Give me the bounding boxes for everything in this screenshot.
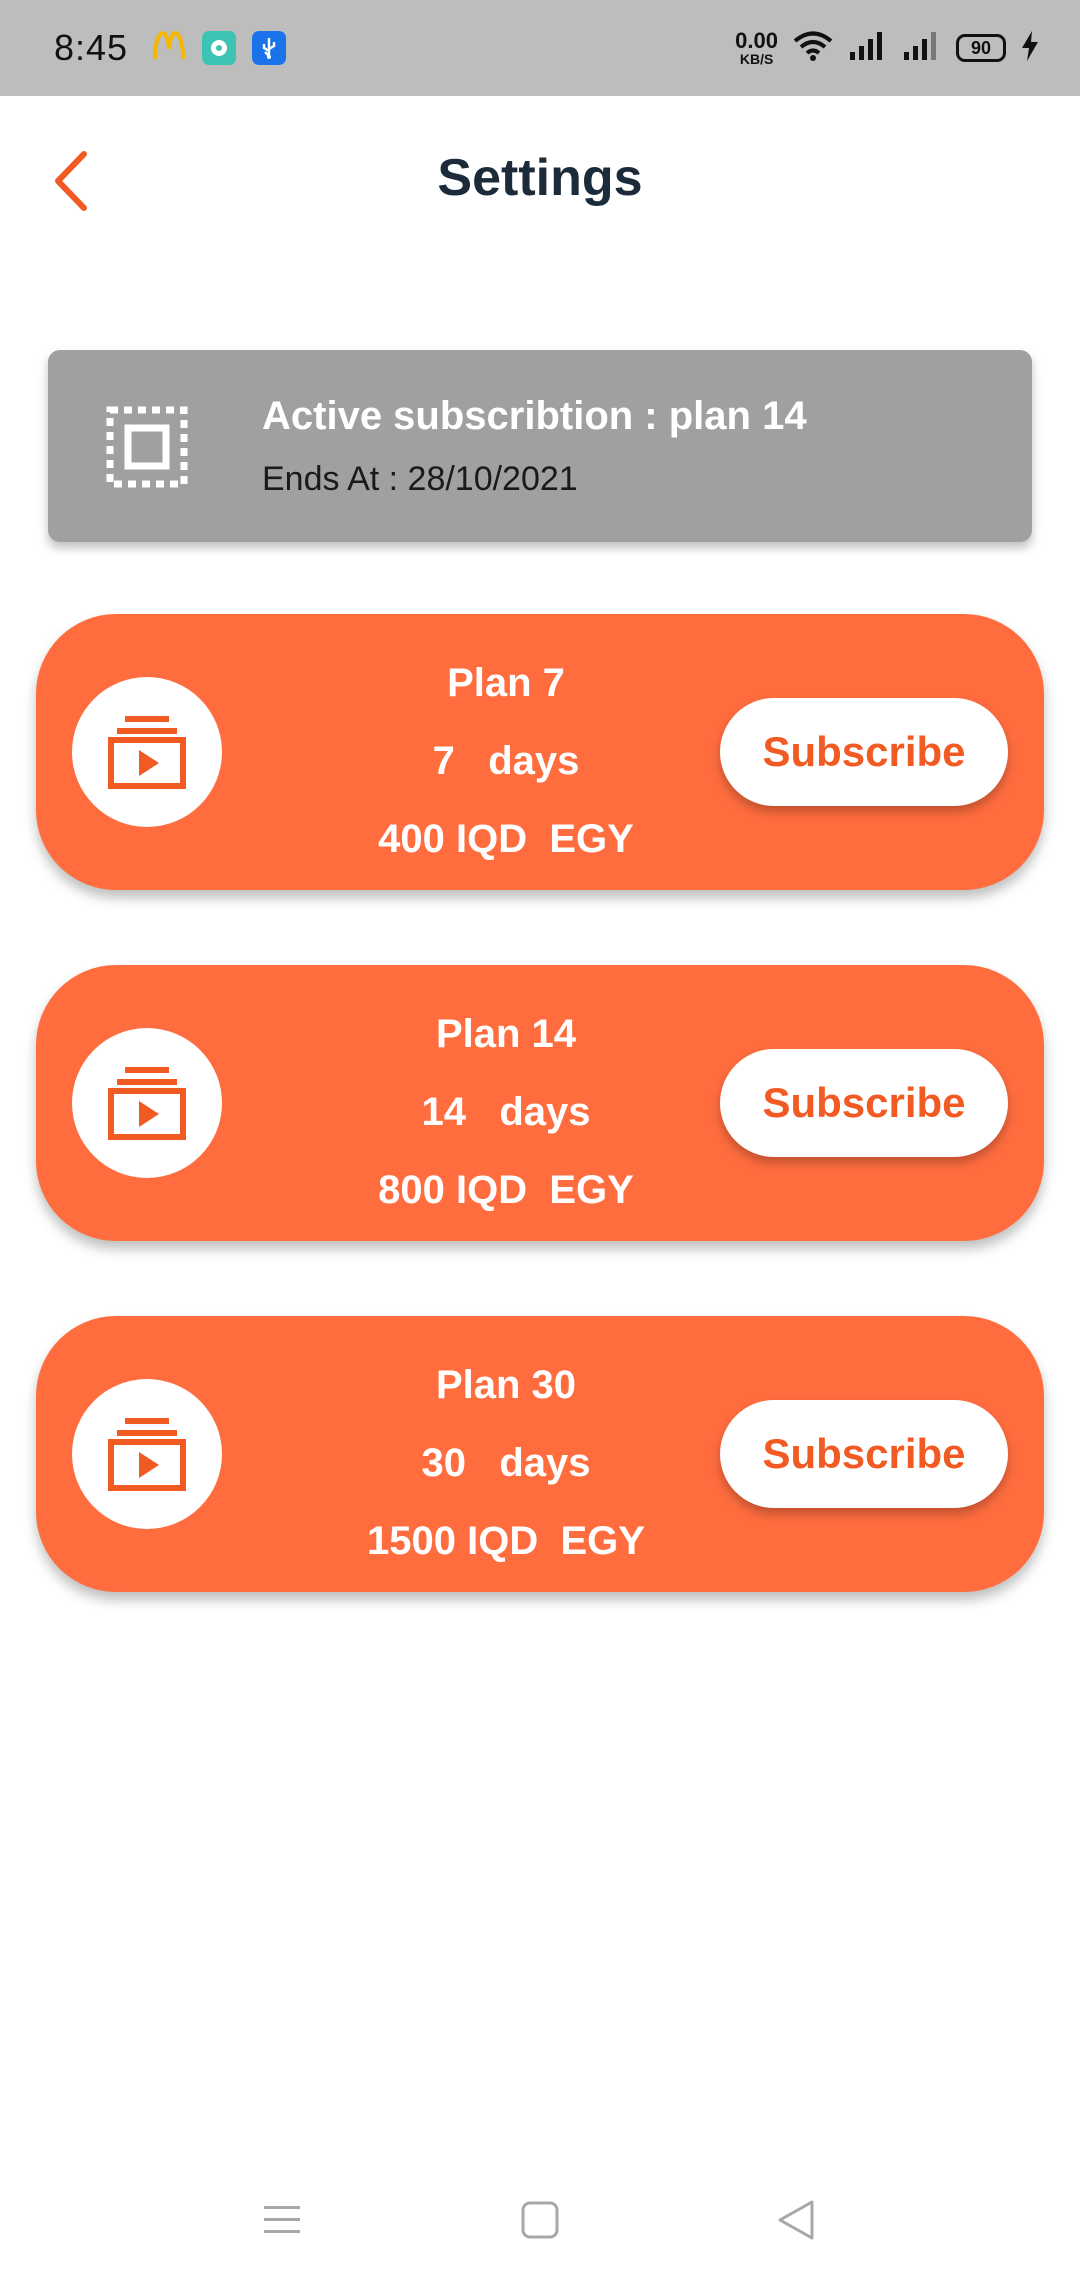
signal-icon (902, 30, 942, 67)
notification-icons (152, 30, 287, 66)
system-status: 0.00 KB/S 90 (735, 30, 1040, 67)
plan-info: Plan 14 14 days 800 IQD EGY (286, 995, 726, 1229)
plan-card: Plan 30 30 days 1500 IQD EGY Subscribe (36, 1316, 1044, 1592)
battery-indicator: 90 (956, 34, 1006, 62)
plan-price: 800 IQD EGY (378, 1168, 634, 1212)
home-icon (521, 2201, 559, 2239)
network-speed: 0.00 KB/S (735, 28, 778, 67)
system-navigation-bar (0, 2160, 1080, 2280)
plan-name: Plan 14 (435, 1012, 577, 1056)
charging-icon (1020, 30, 1040, 67)
app-header: Settings (0, 96, 1080, 266)
plan-icon-container (72, 677, 222, 827)
subscribe-button[interactable]: Subscribe (720, 698, 1008, 806)
video-subscription-icon (108, 1067, 186, 1140)
status-bar: 8:45 0.00 KB/S 90 (0, 0, 1080, 96)
network-speed-value: 0.00 (735, 28, 778, 53)
plan-card: Plan 14 14 days 800 IQD EGY Subscribe (36, 965, 1044, 1241)
usb-icon (252, 31, 287, 65)
plan-icon-container (72, 1379, 222, 1529)
plan-duration: 14 days (421, 1090, 591, 1134)
plan-info: Plan 30 30 days 1500 IQD EGY (286, 1346, 726, 1580)
wifi-icon (792, 30, 834, 67)
plan-icon-container (72, 1028, 222, 1178)
plan-duration: 30 days (421, 1441, 591, 1485)
video-subscription-icon (108, 1418, 186, 1491)
network-speed-unit: KB/S (739, 51, 774, 67)
plan-name: Plan 7 (447, 661, 565, 705)
nav-menu-button[interactable] (250, 2188, 314, 2252)
plan-name: Plan 30 (435, 1363, 577, 1407)
status-time: 8:45 (54, 27, 129, 68)
subscription-frame-icon (106, 406, 188, 488)
plan-duration: 7 days (432, 739, 580, 783)
plan-price: 1500 IQD EGY (367, 1519, 645, 1563)
active-subscription-title: Active subscribtion : plan 14 (262, 394, 807, 438)
video-subscription-icon (108, 716, 186, 789)
back-icon (778, 2200, 814, 2240)
nav-home-button[interactable] (508, 2188, 572, 2252)
page-title: Settings (437, 149, 643, 207)
signal-icon (848, 30, 888, 67)
plan-price: 400 IQD EGY (378, 817, 634, 861)
active-subscription-end-date: Ends At : 28/10/2021 (262, 460, 578, 498)
subscribe-button[interactable]: Subscribe (720, 1049, 1008, 1157)
plan-card: Plan 7 7 days 400 IQD EGY Subscribe (36, 614, 1044, 890)
plan-info: Plan 7 7 days 400 IQD EGY (286, 644, 726, 878)
mcdonalds-icon (152, 30, 186, 66)
menu-icon (264, 2206, 300, 2233)
subscribe-button[interactable]: Subscribe (720, 1400, 1008, 1508)
app-icon (202, 31, 237, 65)
nav-back-button[interactable] (764, 2188, 828, 2252)
active-subscription-card: Active subscribtion : plan 14 Ends At : … (48, 350, 1032, 542)
